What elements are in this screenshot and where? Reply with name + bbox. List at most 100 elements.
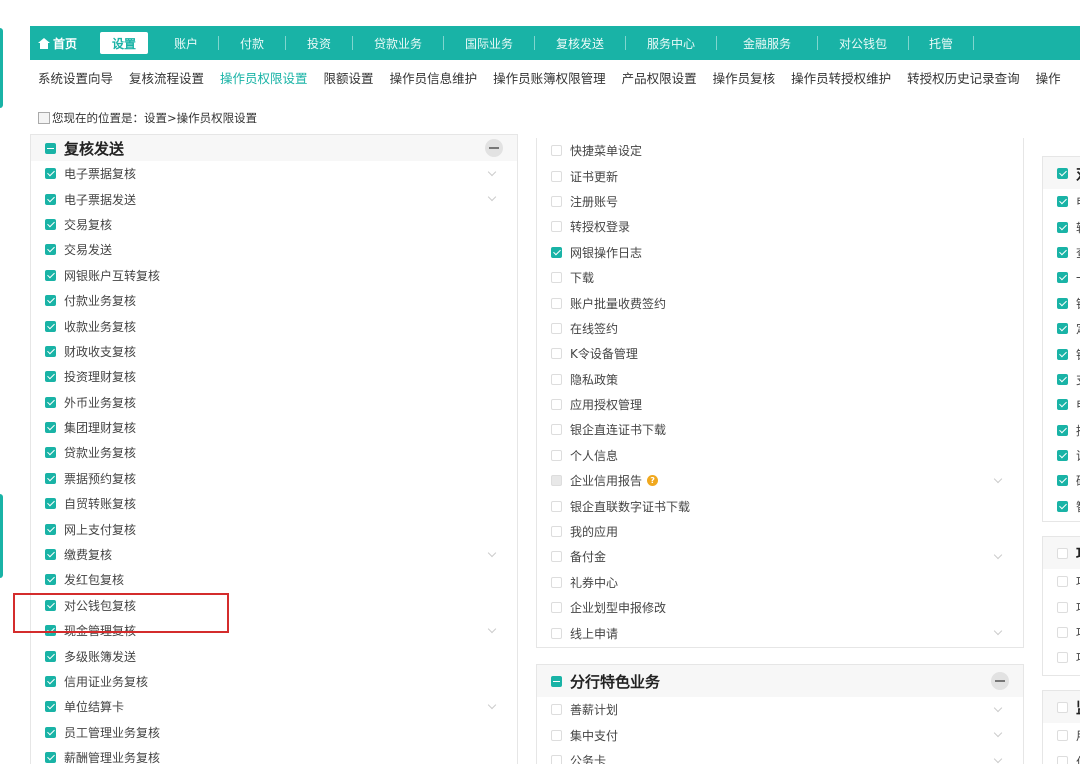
permission-row[interactable]: 证书更新 [537,163,1023,188]
nav-investment[interactable]: 投资 [286,26,352,60]
chevron-down-icon[interactable] [487,700,497,710]
subnav-delegation-history[interactable]: 转授权历史记录查询 [907,68,1020,87]
permission-checkbox[interactable] [1057,576,1068,588]
nav-settings[interactable]: 设置 [100,32,149,54]
permission-checkbox[interactable] [45,193,56,205]
permission-row[interactable]: 多级账簿发送 [31,643,517,668]
permission-row[interactable]: 银企直联数字证书下载 [537,493,1023,518]
permission-row[interactable]: 注册账号 [537,189,1023,214]
permission-row[interactable]: 投资理财复核 [31,364,517,389]
permission-row[interactable]: 票据预约复核 [31,466,517,491]
nav-review-send[interactable]: 复核发送 [535,26,625,60]
chevron-down-icon[interactable] [487,193,497,202]
permission-checkbox[interactable] [551,221,562,233]
permission-checkbox[interactable] [45,676,56,687]
permission-row[interactable]: 用 [1043,723,1080,748]
subnav-setup-wizard[interactable]: 系统设置向导 [38,68,113,87]
permission-checkbox[interactable] [1057,755,1068,764]
permission-row[interactable]: 银 [1043,291,1080,316]
permission-checkbox[interactable] [45,422,56,434]
permission-row[interactable]: 电 [1043,392,1080,417]
permission-row[interactable]: 发红包复核 [31,567,517,592]
permission-checkbox[interactable] [551,602,562,614]
subnav-limit-settings[interactable]: 限额设置 [324,68,374,87]
permission-checkbox[interactable] [1057,246,1068,258]
permission-row[interactable]: 网银账户互转复核 [31,263,517,288]
chevron-down-icon[interactable] [993,729,1003,738]
permission-row[interactable]: 电子票据复核 [31,161,517,186]
permission-checkbox[interactable] [1057,626,1068,638]
subnav-operator-info[interactable]: 操作员信息维护 [390,68,478,87]
select-all-checkbox[interactable] [1057,547,1068,559]
permission-row[interactable]: 薪酬管理业务复核 [31,745,517,764]
permission-checkbox[interactable] [551,729,562,741]
subnav-product-permissions[interactable]: 产品权限设置 [622,68,697,87]
permission-row[interactable]: 转授权登录 [537,214,1023,239]
permission-checkbox[interactable] [551,170,562,182]
permission-row[interactable]: 集中支付 [537,722,1023,747]
nav-corporate-wallet[interactable]: 对公钱包 [818,26,908,60]
permission-row[interactable]: 应用授权管理 [537,392,1023,417]
permission-row[interactable]: 隐私政策 [537,367,1023,392]
permission-row[interactable]: 付 [1043,748,1080,764]
permission-row[interactable]: 礼券中心 [537,570,1023,595]
permission-row[interactable]: 项 [1043,594,1080,619]
collapse-icon[interactable] [485,139,503,157]
subnav-operator-review[interactable]: 操作员复核 [713,68,776,87]
permission-checkbox[interactable] [45,218,56,230]
permission-row[interactable]: 企业划型申报修改 [537,595,1023,620]
permission-row[interactable]: 贷款业务复核 [31,440,517,465]
permission-checkbox[interactable] [551,449,562,461]
nav-home[interactable]: 首页 [30,26,94,60]
permission-row[interactable]: 电 [1043,189,1080,214]
permission-row[interactable]: 我的应用 [537,519,1023,544]
permission-row[interactable]: 项 [1043,620,1080,645]
permission-checkbox[interactable] [1057,196,1068,208]
permission-row[interactable]: 查 [1043,240,1080,265]
subnav-review-flow[interactable]: 复核流程设置 [129,68,204,87]
nav-custody[interactable]: 托管 [909,26,973,60]
nav-payment[interactable]: 付款 [219,26,285,60]
minus-checkbox-icon[interactable] [551,675,562,687]
nav-loan[interactable]: 贷款业务 [353,26,443,60]
minus-checkbox-icon[interactable] [45,142,56,154]
permission-checkbox[interactable] [1057,652,1068,664]
chevron-down-icon[interactable] [993,474,1003,484]
permission-checkbox[interactable] [1057,323,1068,335]
permission-checkbox[interactable] [551,272,562,284]
nav-international[interactable]: 国际业务 [444,26,534,60]
permission-checkbox[interactable] [1057,348,1068,360]
permission-row[interactable]: 交易发送 [31,237,517,262]
permission-row[interactable]: 银企直连证书下载 [537,417,1023,442]
permission-checkbox[interactable] [45,523,56,535]
permission-row[interactable]: 在线签约 [537,316,1023,341]
permission-checkbox[interactable] [1057,601,1068,613]
permission-row[interactable]: 转 [1043,214,1080,239]
subnav-ledger-permissions[interactable]: 操作员账簿权限管理 [493,68,606,87]
chevron-down-icon[interactable] [487,167,497,177]
permission-checkbox[interactable] [551,145,562,157]
permission-row[interactable]: 个人信息 [537,443,1023,468]
permission-checkbox[interactable] [551,576,562,588]
permission-checkbox[interactable] [1057,297,1068,309]
permission-checkbox[interactable] [1057,424,1068,436]
permission-row[interactable]: 银 [1043,341,1080,366]
permission-checkbox[interactable] [1057,450,1068,462]
permission-row[interactable]: 缴费复核 [31,542,517,567]
chevron-down-icon[interactable] [993,627,1003,636]
permission-checkbox[interactable] [45,650,56,662]
chevron-down-icon[interactable] [993,703,1003,713]
select-all-checkbox[interactable] [1057,167,1068,179]
permission-checkbox[interactable] [45,726,56,738]
permission-checkbox[interactable] [1057,272,1068,284]
select-all-checkbox[interactable] [1057,701,1068,713]
nav-service-center[interactable]: 服务中心 [626,26,716,60]
permission-checkbox[interactable] [45,752,56,764]
permission-row[interactable]: 收款业务复核 [31,313,517,338]
permission-checkbox[interactable] [45,295,56,307]
permission-checkbox[interactable] [45,472,56,484]
permission-checkbox[interactable] [551,551,562,563]
chevron-down-icon[interactable] [993,551,1003,560]
permission-checkbox[interactable] [551,195,562,207]
permission-row[interactable]: 财政收支复核 [31,339,517,364]
